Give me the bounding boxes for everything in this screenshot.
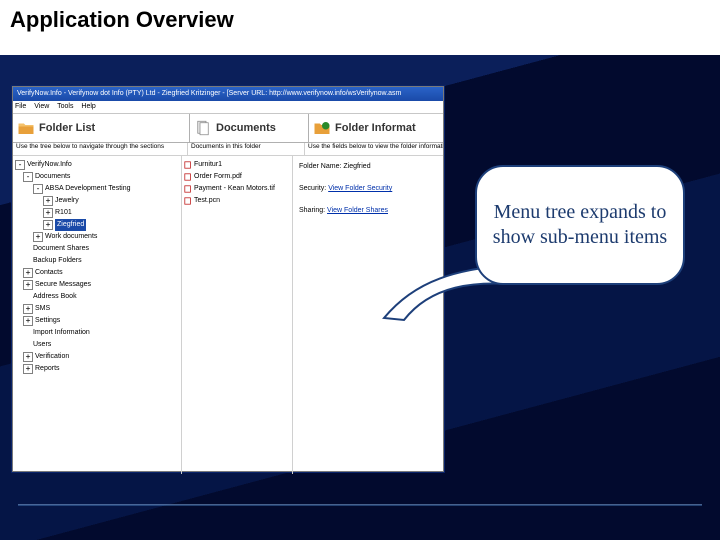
- doc-icon: [184, 185, 192, 193]
- tree-item[interactable]: +Verification: [23, 351, 179, 363]
- menu-help[interactable]: Help: [81, 103, 95, 110]
- subheader-docs: Documents in this folder: [188, 143, 305, 155]
- tree-item[interactable]: +Work documents: [33, 231, 179, 243]
- tree-item[interactable]: Backup Folders: [23, 255, 179, 267]
- collapse-icon[interactable]: -: [23, 172, 33, 182]
- document-item[interactable]: Payment - Kean Motors.tif: [184, 183, 290, 195]
- doc-icon: [184, 161, 192, 169]
- tree-item-label: Work documents: [45, 231, 97, 243]
- tree-item[interactable]: Users: [23, 339, 179, 351]
- menu-tools[interactable]: Tools: [57, 103, 73, 110]
- tree-item-label: Verification: [35, 351, 69, 363]
- tree-item-label: Address Book: [33, 291, 77, 303]
- tree-item[interactable]: +Settings: [23, 315, 179, 327]
- document-name: Payment - Kean Motors.tif: [194, 183, 275, 195]
- menu-file[interactable]: File: [15, 103, 26, 110]
- subheader-info: Use the fields below to view the folder …: [305, 143, 443, 155]
- document-name: Furnitur1: [194, 159, 222, 171]
- window-titlebar: VerifyNow.Info - Verifynow dot Info (PTY…: [13, 87, 443, 101]
- document-item[interactable]: Furnitur1: [184, 159, 290, 171]
- docs-icon: [194, 119, 212, 137]
- tree-item[interactable]: +Ziegfried: [43, 219, 179, 231]
- expand-icon[interactable]: +: [23, 352, 33, 362]
- panel-subheaders: Use the tree below to navigate through t…: [13, 143, 443, 156]
- expand-icon[interactable]: +: [23, 364, 33, 374]
- expand-icon[interactable]: +: [43, 220, 53, 230]
- document-list[interactable]: Furnitur1Order Form.pdfPayment - Kean Mo…: [182, 156, 293, 474]
- panel-header-folder-list: Folder List: [13, 114, 190, 142]
- tree-item-label: Settings: [35, 315, 60, 327]
- app-window: VerifyNow.Info - Verifynow dot Info (PTY…: [12, 86, 444, 472]
- panel-header-documents: Documents: [190, 114, 309, 142]
- document-name: Order Form.pdf: [194, 171, 242, 183]
- security-label: Security:: [299, 185, 326, 192]
- tree-item[interactable]: +Secure Messages: [23, 279, 179, 291]
- view-folder-shares-link[interactable]: View Folder Shares: [327, 207, 388, 214]
- tree-item[interactable]: Import Information: [23, 327, 179, 339]
- tree-item[interactable]: +R101: [43, 207, 179, 219]
- tree-item[interactable]: Document Shares: [23, 243, 179, 255]
- folder-name-value: Ziegfried: [343, 163, 370, 170]
- tree-item-label: Jewelry: [55, 195, 79, 207]
- tree-item-label: Document Shares: [33, 243, 89, 255]
- tree-item-label: SMS: [35, 303, 50, 315]
- folder-tree[interactable]: -VerifyNow.Info-Documents-ABSA Developme…: [13, 156, 182, 474]
- tree-item[interactable]: +Contacts: [23, 267, 179, 279]
- panel-label: Folder Informat: [335, 122, 416, 134]
- expand-icon[interactable]: +: [23, 280, 33, 290]
- tree-item-label: ABSA Development Testing: [45, 183, 130, 195]
- doc-icon: [184, 173, 192, 181]
- tree-item[interactable]: +SMS: [23, 303, 179, 315]
- view-folder-security-link[interactable]: View Folder Security: [328, 185, 392, 192]
- tree-item-label: Documents: [35, 171, 70, 183]
- panel-label: Folder List: [39, 122, 95, 134]
- expand-icon[interactable]: +: [23, 304, 33, 314]
- callout-bubble: Menu tree expands to show sub-menu items: [475, 165, 685, 285]
- callout-text: Menu tree expands to show sub-menu items: [491, 200, 669, 250]
- tree-item-label: Backup Folders: [33, 255, 82, 267]
- tree-item-label: Import Information: [33, 327, 90, 339]
- expand-icon[interactable]: +: [43, 196, 53, 206]
- document-name: Test.pcn: [194, 195, 220, 207]
- expand-icon[interactable]: +: [23, 268, 33, 278]
- menubar[interactable]: File View Tools Help: [13, 101, 443, 114]
- tree-item[interactable]: -Documents: [23, 171, 179, 183]
- tree-item[interactable]: +Jewelry: [43, 195, 179, 207]
- tree-item[interactable]: -VerifyNow.Info: [15, 159, 179, 171]
- folder-icon: [17, 119, 35, 137]
- menu-view[interactable]: View: [34, 103, 49, 110]
- slide-title: Application Overview: [10, 8, 234, 32]
- doc-icon: [184, 197, 192, 205]
- folder-info-icon: [313, 119, 331, 137]
- tree-item-label: Ziegfried: [55, 219, 86, 231]
- tree-item-label: Users: [33, 339, 51, 351]
- expand-icon[interactable]: +: [43, 208, 53, 218]
- panel-headers: Folder List Documents Folder Informat: [13, 114, 443, 143]
- collapse-icon[interactable]: -: [15, 160, 25, 170]
- folder-info-panel: Folder Name: Ziegfried Security: View Fo…: [293, 156, 443, 474]
- panel-label: Documents: [216, 122, 276, 134]
- tree-item-label: R101: [55, 207, 72, 219]
- expand-icon[interactable]: +: [23, 316, 33, 326]
- tree-item-label: VerifyNow.Info: [27, 159, 72, 171]
- tree-item-label: Reports: [35, 363, 60, 375]
- sharing-label: Sharing:: [299, 207, 325, 214]
- document-item[interactable]: Order Form.pdf: [184, 171, 290, 183]
- bottom-rule: [18, 504, 702, 506]
- folder-name-label: Folder Name:: [299, 163, 341, 170]
- tree-item-label: Secure Messages: [35, 279, 91, 291]
- tree-item[interactable]: -ABSA Development Testing: [33, 183, 179, 195]
- tree-item-label: Contacts: [35, 267, 63, 279]
- document-item[interactable]: Test.pcn: [184, 195, 290, 207]
- collapse-icon[interactable]: -: [33, 184, 43, 194]
- tree-item[interactable]: +Reports: [23, 363, 179, 375]
- panel-header-folder-info: Folder Informat: [309, 114, 443, 142]
- expand-icon[interactable]: +: [33, 232, 43, 242]
- subheader-tree: Use the tree below to navigate through t…: [13, 143, 188, 155]
- tree-item[interactable]: Address Book: [23, 291, 179, 303]
